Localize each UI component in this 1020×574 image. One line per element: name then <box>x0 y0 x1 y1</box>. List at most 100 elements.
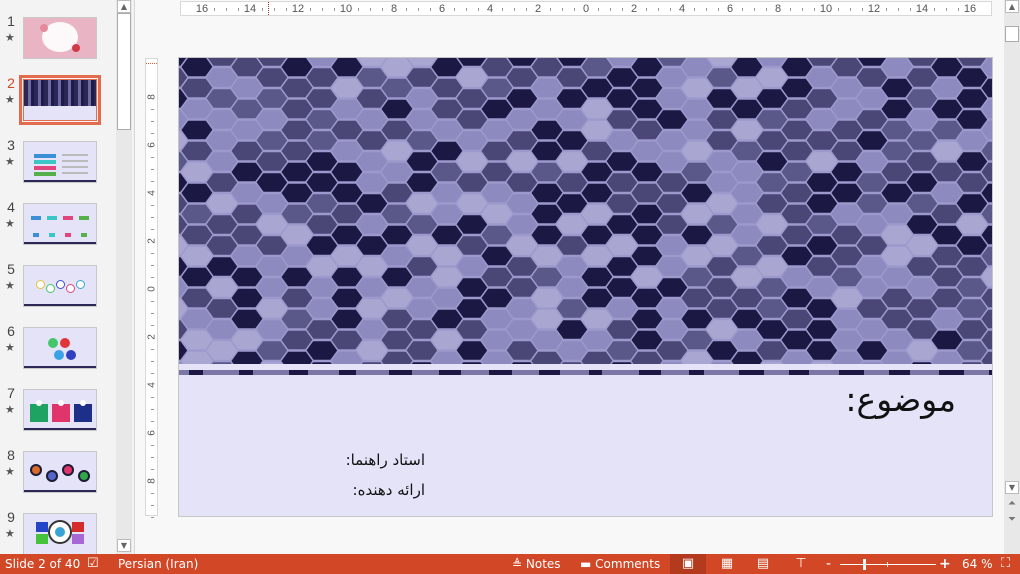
animation-star-icon[interactable]: ★ <box>5 465 15 478</box>
ruler-tick <box>151 109 154 110</box>
divider-accent <box>939 370 964 375</box>
ruler-tick <box>694 8 695 11</box>
normal-view-button[interactable]: ▣ <box>670 554 706 574</box>
animation-star-icon[interactable]: ★ <box>5 217 15 230</box>
ruler-label: 4 <box>678 3 686 15</box>
comments-button[interactable]: ▬ Comments <box>580 554 660 574</box>
ruler-label: 16 <box>963 3 977 15</box>
hexagon-tile <box>629 350 665 364</box>
zoom-out-button[interactable]: - <box>826 554 831 574</box>
ruler-tick <box>274 8 275 11</box>
hexagon-tile <box>829 350 865 364</box>
divider-accent <box>439 370 461 375</box>
zoom-slider[interactable] <box>840 559 936 570</box>
slide-number: 6 <box>7 323 15 339</box>
ruler-tick <box>310 8 311 11</box>
slide-thumbnail[interactable]: 8 ★ <box>0 447 116 507</box>
slide-number: 5 <box>7 261 15 277</box>
slide-thumbnail[interactable]: 6 ★ <box>0 323 116 383</box>
divider-accent <box>239 370 253 375</box>
ruler-label: 12 <box>867 3 881 15</box>
slide-thumbnail[interactable]: 2 ★ <box>0 75 116 135</box>
animation-star-icon[interactable]: ★ <box>5 341 15 354</box>
scrollbar-thumb[interactable] <box>1005 26 1019 42</box>
slide-thumbnail-image[interactable] <box>23 451 97 493</box>
fit-to-window-icon[interactable]: ⛶ <box>1001 554 1010 574</box>
divider-accent <box>189 370 203 375</box>
slide-thumbnail-panel: 1 ★ 2 ★ 3 ★ 4 ★ 5 ★ 6 ★ 7 ★ 8 ★ 9 ★ <box>0 0 116 554</box>
slide-sorter-button[interactable]: ▦ <box>709 554 745 574</box>
slide-show-button[interactable]: ⊤ <box>783 554 819 574</box>
slide-scrollbar[interactable]: ▲ ▼ <box>1004 0 1020 554</box>
next-slide-icon[interactable]: ⏷ <box>1006 514 1018 525</box>
notes-icon: ≜ <box>512 557 526 571</box>
slide-thumbnail[interactable]: 4 ★ <box>0 199 116 259</box>
ruler-tick <box>718 8 719 11</box>
thumbnail-scrollbar[interactable]: ▲ ▼ <box>116 0 132 554</box>
animation-star-icon[interactable]: ★ <box>5 403 15 416</box>
ruler-tick <box>562 8 563 11</box>
slide-number: 4 <box>7 199 15 215</box>
animation-star-icon[interactable]: ★ <box>5 93 15 106</box>
notes-button[interactable]: ≜ Notes <box>512 554 561 574</box>
scroll-down-button[interactable]: ▼ <box>1005 481 1019 494</box>
slide-thumbnail[interactable]: 3 ★ <box>0 137 116 197</box>
divider-accent <box>389 370 412 375</box>
reading-view-button[interactable]: ▤ <box>745 554 781 574</box>
slide-thumbnail-image[interactable] <box>23 389 97 431</box>
ruler-tick <box>151 445 154 446</box>
previous-slide-icon[interactable]: ⏶ <box>1006 498 1018 509</box>
ruler-label: 6 <box>438 3 446 15</box>
ruler-label: 0 <box>146 286 158 292</box>
ruler-tick <box>946 8 947 11</box>
animation-star-icon[interactable]: ★ <box>5 155 15 168</box>
advisor-label[interactable]: استاد راهنما: <box>319 451 425 469</box>
scroll-down-button[interactable]: ▼ <box>117 539 131 552</box>
presenter-label[interactable]: ارائه دهنده: <box>319 481 425 499</box>
slide-title[interactable]: موضوع: <box>845 380 956 419</box>
ruler-tick <box>886 8 887 11</box>
slide-thumbnail-image[interactable] <box>23 141 97 183</box>
slide-canvas[interactable]: موضوع: استاد راهنما: ارائه دهنده: <box>178 57 993 517</box>
ruler-tick <box>646 8 647 11</box>
slide-thumbnail[interactable]: 7 ★ <box>0 385 116 445</box>
slide-thumbnail[interactable]: 9 ★ <box>0 509 116 554</box>
zoom-in-button[interactable]: + <box>939 554 951 574</box>
hexagon-tile <box>279 350 315 364</box>
horizontal-ruler: 16 14 12 10 8 6 4 2 0 2 4 6 8 10 12 14 16 <box>180 1 992 16</box>
slide-thumbnail-image[interactable] <box>23 327 97 369</box>
ruler-tick <box>706 8 707 11</box>
language-indicator[interactable]: Persian (Iran) <box>118 554 198 574</box>
ruler-label: 2 <box>146 238 158 244</box>
divider-accent <box>289 370 308 375</box>
divider-accent <box>639 370 661 375</box>
zoom-slider-thumb[interactable] <box>863 559 866 570</box>
ruler-cursor-marker <box>146 63 157 65</box>
hexagon-tile <box>479 350 515 364</box>
ruler-tick <box>766 8 767 11</box>
animation-star-icon[interactable]: ★ <box>5 279 15 292</box>
animation-star-icon[interactable]: ★ <box>5 31 15 44</box>
slide-thumbnail-image[interactable] <box>23 203 97 245</box>
zoom-level[interactable]: 64 % <box>962 554 993 574</box>
slide-thumbnail[interactable]: 1 ★ <box>0 13 116 73</box>
divider-accent <box>539 370 560 375</box>
scroll-up-button[interactable]: ▲ <box>1005 0 1019 13</box>
ruler-tick <box>814 8 815 11</box>
hexagon-tile <box>229 350 265 364</box>
animation-star-icon[interactable]: ★ <box>5 527 15 540</box>
slide-thumbnail-image[interactable] <box>23 17 97 59</box>
ruler-tick <box>610 8 611 11</box>
scroll-up-button[interactable]: ▲ <box>117 0 131 13</box>
slide-sorter-icon: ▦ <box>720 556 734 571</box>
scrollbar-thumb[interactable] <box>117 13 131 130</box>
spell-check-icon[interactable]: ☑ <box>87 554 99 574</box>
normal-view-icon: ▣ <box>681 556 695 571</box>
ruler-cursor-marker <box>268 2 270 15</box>
slide-thumbnail-image[interactable] <box>23 265 97 307</box>
slide-thumbnail-image[interactable] <box>23 513 97 554</box>
divider-accent <box>339 370 356 375</box>
slide-thumbnail[interactable]: 5 ★ <box>0 261 116 321</box>
slide-indicator[interactable]: Slide 2 of 40 <box>5 554 80 574</box>
slide-thumbnail-image[interactable] <box>19 75 101 125</box>
